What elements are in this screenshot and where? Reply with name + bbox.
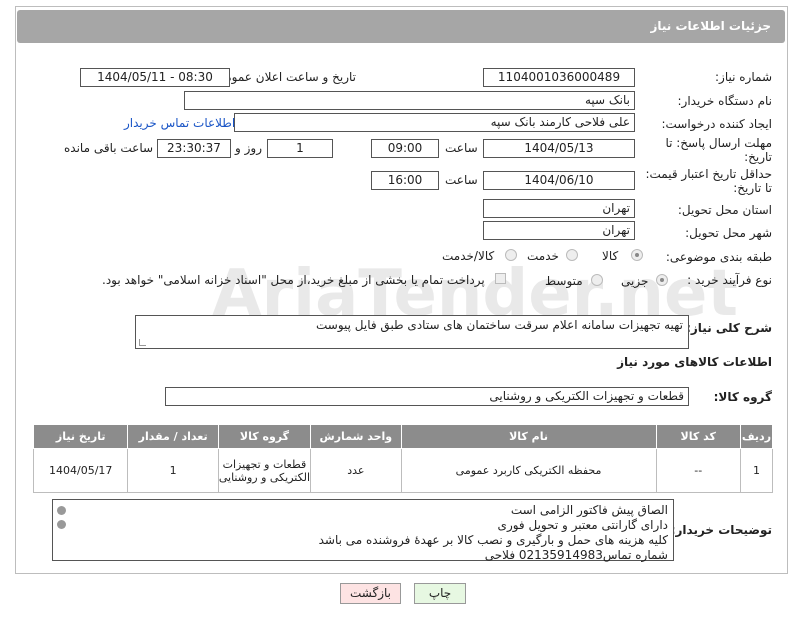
page-title: جزئیات اطلاعات نیاز: [650, 19, 771, 33]
notes-scrollbar[interactable]: [53, 500, 71, 560]
summary-textarea[interactable]: تهیه تجهیزات سامانه اعلام سرقت ساختمان ه…: [135, 315, 689, 349]
price-validity-label-2: تا تاریخ:: [733, 181, 772, 195]
scroll-thumb-icon[interactable]: [57, 520, 66, 529]
cell-need-date: 1404/05/17: [32, 448, 129, 493]
process-medium-label: متوسط: [545, 274, 583, 288]
province-field: تهران: [483, 199, 635, 218]
category-service-radio[interactable]: [566, 249, 578, 261]
resize-handle-icon[interactable]: [139, 339, 146, 346]
buyer-notes-line: الصاق پیش فاکتور الزامی است: [510, 503, 668, 517]
creator-field: علی فلاحی کارمند بانک سپه: [234, 113, 635, 132]
summary-text: تهیه تجهیزات سامانه اعلام سرقت ساختمان ه…: [315, 318, 683, 332]
buyer-notes-line: کلیه هزینه های حمل و بارگیری و نصب کالا …: [318, 533, 668, 547]
col-unit: واحد شمارش: [310, 424, 402, 449]
treasury-payment-checkbox[interactable]: [495, 273, 506, 284]
cell-goods-name: محفظه الکتریکی کاربرد عمومی: [400, 448, 657, 493]
announce-label: تاریخ و ساعت اعلان عمومی:: [211, 70, 356, 84]
city-field: تهران: [483, 221, 635, 240]
category-goods-radio[interactable]: [631, 249, 643, 261]
cell-goods-group: قطعات و تجهیزات الکتریکی و روشنایی: [217, 448, 312, 493]
cell-goods-code: --: [655, 448, 741, 493]
buyer-org-label: نام دستگاه خریدار:: [677, 94, 773, 108]
price-validity-time-label: ساعت: [445, 173, 478, 187]
price-validity-time-field: 16:00: [371, 171, 439, 190]
buyer-notes-line: دارای گارانتی معتبر و تحویل فوری: [497, 518, 668, 532]
col-need-date: تاریخ نیاز: [32, 424, 129, 449]
deadline-label-2: تاریخ:: [744, 150, 772, 164]
summary-label: شرح کلی نیاز:: [686, 321, 772, 335]
treasury-payment-note: پرداخت تمام یا بخشی از مبلغ خرید،از محل …: [102, 273, 485, 287]
category-service-label: خدمت: [527, 249, 559, 263]
process-medium-radio[interactable]: [591, 274, 603, 286]
process-minor-radio[interactable]: [656, 274, 668, 286]
process-type-label: نوع فرآیند خرید :: [687, 273, 772, 287]
category-goods-label: کالا: [602, 249, 619, 263]
price-validity-date-field: 1404/06/10: [483, 171, 635, 190]
remaining-time-field: 23:30:37: [157, 139, 231, 158]
cell-quantity: 1: [127, 448, 219, 493]
need-number-label: شماره نیاز:: [715, 70, 772, 84]
buyer-org-field: بانک سپه: [184, 91, 635, 110]
need-number-field: 1104001036000489: [483, 68, 635, 87]
col-row-number: ردیف: [739, 424, 774, 449]
col-goods-code: کد کالا: [655, 424, 741, 449]
category-goods-service-label: کالا/خدمت: [442, 249, 495, 263]
creator-label: ایجاد کننده درخواست:: [661, 117, 772, 131]
col-quantity: تعداد / مقدار: [127, 424, 219, 449]
cell-row-number: 1: [739, 448, 774, 493]
announce-datetime-field: 1404/05/11 - 08:30: [80, 68, 230, 87]
deadline-time-label: ساعت: [445, 141, 478, 155]
days-remaining-field: 1: [267, 139, 333, 158]
days-label: روز و: [235, 141, 262, 155]
buyer-notes-box[interactable]: الصاق پیش فاکتور الزامی است دارای گارانت…: [52, 499, 674, 562]
province-label: استان محل تحویل:: [677, 203, 772, 217]
goods-group-label: گروه کالا:: [713, 390, 772, 404]
goods-group-field: قطعات و تجهیزات الکتریکی و روشنایی: [165, 387, 689, 406]
buyer-contact-link[interactable]: اطلاعات تماس خریدار: [124, 116, 235, 130]
city-label: شهر محل تحویل:: [685, 226, 772, 240]
category-label: طبقه بندی موضوعی:: [665, 250, 772, 264]
deadline-date-field: 1404/05/13: [483, 139, 635, 158]
table-row: 1 -- محفظه الکتریکی کاربرد عمومی عدد قطع…: [32, 448, 774, 493]
print-button[interactable]: چاپ: [414, 583, 466, 604]
goods-info-title: اطلاعات کالاهای مورد نیاز: [617, 355, 772, 369]
category-goods-service-radio[interactable]: [505, 249, 517, 261]
deadline-label: مهلت ارسال پاسخ: تا: [665, 136, 772, 150]
remaining-time-label: ساعت باقی مانده: [64, 141, 154, 155]
cell-unit: عدد: [310, 448, 402, 493]
process-minor-label: جزیی: [621, 274, 649, 288]
header-bar: جزئیات اطلاعات نیاز: [17, 10, 785, 43]
back-button[interactable]: بازگشت: [340, 583, 401, 604]
goods-table: ردیف کد کالا نام کالا واحد شمارش گروه کا…: [32, 424, 774, 493]
price-validity-label: حداقل تاریخ اعتبار قیمت:: [645, 167, 772, 181]
table-header-row: ردیف کد کالا نام کالا واحد شمارش گروه کا…: [32, 424, 774, 449]
col-goods-name: نام کالا: [400, 424, 657, 449]
col-goods-group: گروه کالا: [217, 424, 312, 449]
scroll-up-icon[interactable]: [57, 506, 66, 515]
deadline-time-field: 09:00: [371, 139, 439, 158]
buyer-notes-line: شماره تماس02135914983 فلاحی: [484, 548, 668, 562]
buyer-notes-label: توضیحات خریدار:: [670, 523, 772, 537]
